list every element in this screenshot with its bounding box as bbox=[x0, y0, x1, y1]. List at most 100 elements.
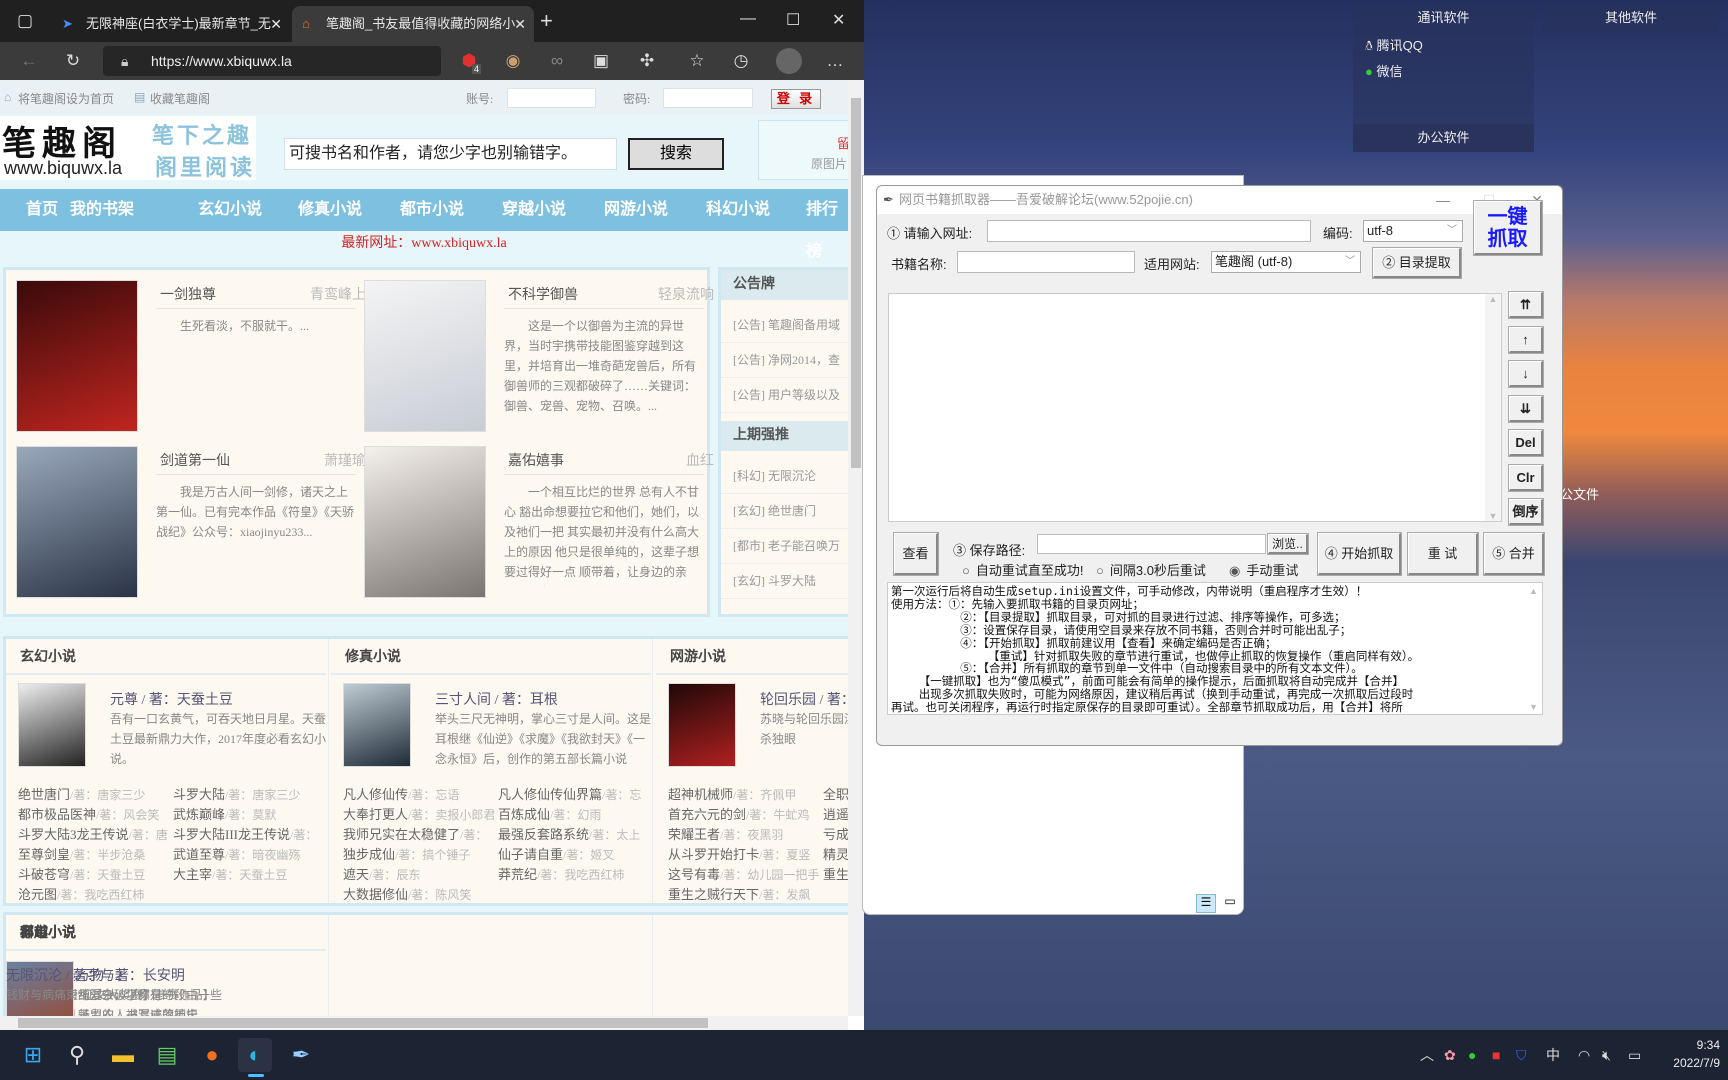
list-button-2[interactable]: ↓ bbox=[1508, 360, 1544, 388]
book-list-item[interactable]: 武炼巅峰/著：莫默 bbox=[173, 805, 323, 825]
book-name[interactable]: 超神机械师 bbox=[668, 787, 733, 802]
book-name[interactable]: 全职 bbox=[823, 787, 848, 802]
start-grab-button[interactable]: ④ 开始抓取 bbox=[1317, 532, 1402, 576]
book-list-item[interactable]: 逍遥/著： bbox=[823, 805, 848, 825]
favorites-icon[interactable]: ☆ bbox=[686, 50, 708, 72]
desktop-icon-qq[interactable]: 🐧︎ 腾讯QQ bbox=[1353, 33, 1534, 59]
recommend-item[interactable]: [玄幻] 斗罗大陆 bbox=[721, 564, 848, 599]
book-name[interactable]: 武炼巅峰 bbox=[173, 807, 225, 822]
wifi-icon[interactable]: ◠ bbox=[1578, 1045, 1590, 1065]
details-view-icon[interactable]: ☰ bbox=[1196, 894, 1216, 913]
book-name-input[interactable] bbox=[957, 251, 1135, 273]
browse-button[interactable]: 浏览.. bbox=[1267, 533, 1309, 555]
book-list-item[interactable]: 凡人修仙传/著：忘语 bbox=[343, 785, 498, 805]
radio-unchecked-icon[interactable]: ○ bbox=[962, 563, 970, 578]
desktop-icon-wechat[interactable]: ● 微信 bbox=[1353, 59, 1534, 85]
firefox-icon[interactable]: ● bbox=[195, 1038, 229, 1072]
book-name[interactable]: 重生之贼行天下 bbox=[668, 887, 759, 902]
book-list-item[interactable]: 斗罗大陆3龙王传说/著：唐 bbox=[18, 825, 173, 845]
search-icon[interactable]: ⚲ bbox=[60, 1038, 94, 1072]
list-button-3[interactable]: ⇊ bbox=[1508, 394, 1544, 423]
book-name[interactable]: 这号有毒 bbox=[668, 867, 720, 882]
book-list-item[interactable]: 精灵/著： bbox=[823, 845, 848, 865]
book-name[interactable]: 凡人修仙传 bbox=[343, 787, 408, 802]
tray-chevron-icon[interactable]: ︿ bbox=[1420, 1045, 1434, 1065]
retry-radio[interactable]: ◉ 手动重试 bbox=[1229, 560, 1298, 579]
merge-button[interactable]: ⑤ 合并 bbox=[1483, 532, 1545, 576]
nav-item[interactable]: 科幻小说 bbox=[706, 189, 770, 231]
horizontal-scrollbar[interactable] bbox=[0, 1016, 848, 1030]
tab-biquge[interactable]: ⌂ 笔趣阁_书友最值得收藏的网络小 ✕ bbox=[292, 6, 534, 42]
category-top-title[interactable]: 无限沉沦 / 著： bbox=[6, 965, 101, 985]
site-select[interactable]: 笔趣阁 (utf-8) ﹀ bbox=[1211, 251, 1361, 273]
view-button[interactable]: 查看 bbox=[893, 532, 939, 576]
tray-red-app-icon[interactable]: ■ bbox=[1492, 1045, 1500, 1065]
desktop-fence-other[interactable]: 其他软件 bbox=[1543, 3, 1719, 32]
book-cover[interactable] bbox=[364, 280, 486, 432]
minimize-button[interactable]: — bbox=[1423, 186, 1463, 214]
book-cover[interactable] bbox=[343, 683, 411, 767]
book-cover[interactable] bbox=[668, 683, 736, 767]
list-button-5[interactable]: Clr bbox=[1508, 463, 1544, 492]
book-name[interactable]: 斗罗大陆III龙王传说 bbox=[173, 827, 290, 842]
radio-checked-icon[interactable]: ◉ bbox=[1229, 563, 1240, 578]
book-list-item[interactable]: 大主宰/著：天蚕土豆 bbox=[173, 865, 323, 885]
book-name[interactable]: 至尊剑皇 bbox=[18, 847, 70, 862]
book-title[interactable]: 一剑独尊 bbox=[160, 284, 216, 304]
category-top-title[interactable]: 元尊 / 著：天蚕土豆 bbox=[110, 689, 233, 709]
wechat-tray-icon[interactable]: ● bbox=[1468, 1045, 1476, 1065]
nav-item[interactable]: 我的书架 bbox=[70, 189, 134, 231]
book-name[interactable]: 精灵 bbox=[823, 847, 848, 862]
book-title[interactable]: 不科学御兽 bbox=[508, 284, 578, 304]
set-homepage-link[interactable]: 将笔趣阁设为首页 bbox=[18, 90, 114, 107]
book-list-item[interactable]: 至尊剑皇/著：半步沧桑 bbox=[18, 845, 173, 865]
book-author[interactable]: 青鸾峰上 bbox=[246, 284, 366, 304]
notice-item[interactable]: [公告] 净网2014，查 bbox=[721, 343, 848, 378]
book-name[interactable]: 我师兄实在太稳健了 bbox=[343, 827, 460, 842]
tray-shield-icon[interactable]: ⛉ bbox=[1516, 1045, 1527, 1065]
book-list-item[interactable]: 斗罗大陆III龙王传说/著： bbox=[173, 825, 323, 845]
account-input[interactable] bbox=[507, 88, 596, 108]
book-name[interactable]: 亏成 bbox=[823, 827, 848, 842]
book-title[interactable]: 嘉佑嬉事 bbox=[508, 450, 564, 470]
search-button[interactable]: 搜索 bbox=[628, 138, 724, 170]
nav-item[interactable]: 排行榜 bbox=[806, 189, 848, 273]
book-cover[interactable] bbox=[16, 280, 138, 432]
battery-icon[interactable]: ▭ bbox=[1628, 1045, 1641, 1065]
close-tab-icon[interactable]: ✕ bbox=[514, 6, 526, 42]
scroll-down-icon[interactable]: ▼ bbox=[1485, 511, 1501, 521]
history-icon[interactable]: ◷ bbox=[730, 50, 752, 72]
list-button-4[interactable]: Del bbox=[1508, 429, 1544, 457]
help-textarea[interactable]: 第一次运行后将自动生成setup.ini设置文件，可手动修改，内带说明（重启程序… bbox=[887, 582, 1543, 715]
book-name[interactable]: 百炼成仙 bbox=[498, 807, 550, 822]
list-button-0[interactable]: ⇈ bbox=[1508, 291, 1544, 319]
book-list-item[interactable]: 大数据修仙/著：陈风笑 bbox=[343, 885, 498, 905]
scroll-thumb[interactable] bbox=[18, 1018, 708, 1028]
book-name[interactable]: 斗罗大陆3龙王传说 bbox=[18, 827, 129, 842]
nav-item[interactable]: 都市小说 bbox=[400, 189, 464, 231]
scroll-thumb[interactable] bbox=[851, 98, 861, 468]
back-icon[interactable]: ← bbox=[18, 50, 40, 72]
clock[interactable]: 9:34 2022/7/9 bbox=[1652, 1036, 1720, 1072]
tiles-view-icon[interactable]: ▭ bbox=[1220, 894, 1240, 913]
book-list-item[interactable]: 全职/著： bbox=[823, 785, 848, 805]
scroll-up-icon[interactable]: ▲ bbox=[1485, 294, 1501, 304]
book-list-item[interactable]: 我师兄实在太稳健了/著： bbox=[343, 825, 498, 845]
book-list-item[interactable]: 沧元图/著：我吃西红柿 bbox=[18, 885, 173, 905]
book-name[interactable]: 最强反套路系统 bbox=[498, 827, 589, 842]
book-list-item[interactable]: 武道至尊/著：暗夜幽殇 bbox=[173, 845, 323, 865]
maximize-button[interactable]: ☐ bbox=[786, 10, 800, 30]
book-name[interactable]: 大主宰 bbox=[173, 867, 212, 882]
close-button[interactable]: ✕ bbox=[832, 10, 845, 30]
new-tab-button[interactable]: + bbox=[540, 8, 553, 34]
book-name[interactable]: 大数据修仙 bbox=[343, 887, 408, 902]
scroll-up-icon[interactable]: ▲ bbox=[1529, 586, 1538, 596]
book-list-item[interactable]: 绝世唐门/著：唐家三少 bbox=[18, 785, 173, 805]
tab-wuxian[interactable]: ➤ 无限神座(白衣学士)最新章节_无 ✕ bbox=[52, 6, 290, 42]
refresh-icon[interactable]: ↻ bbox=[62, 50, 84, 72]
scroll-down-icon[interactable]: ▼ bbox=[1529, 702, 1538, 712]
retry-radio[interactable]: ○ 间隔3.0秒后重试 bbox=[1096, 560, 1206, 579]
close-tab-icon[interactable]: ✕ bbox=[270, 6, 282, 42]
book-list-item[interactable]: 超神机械师/著：齐佩甲 bbox=[668, 785, 823, 805]
book-list-item[interactable]: 斗罗大陆/著：唐家三少 bbox=[173, 785, 323, 805]
